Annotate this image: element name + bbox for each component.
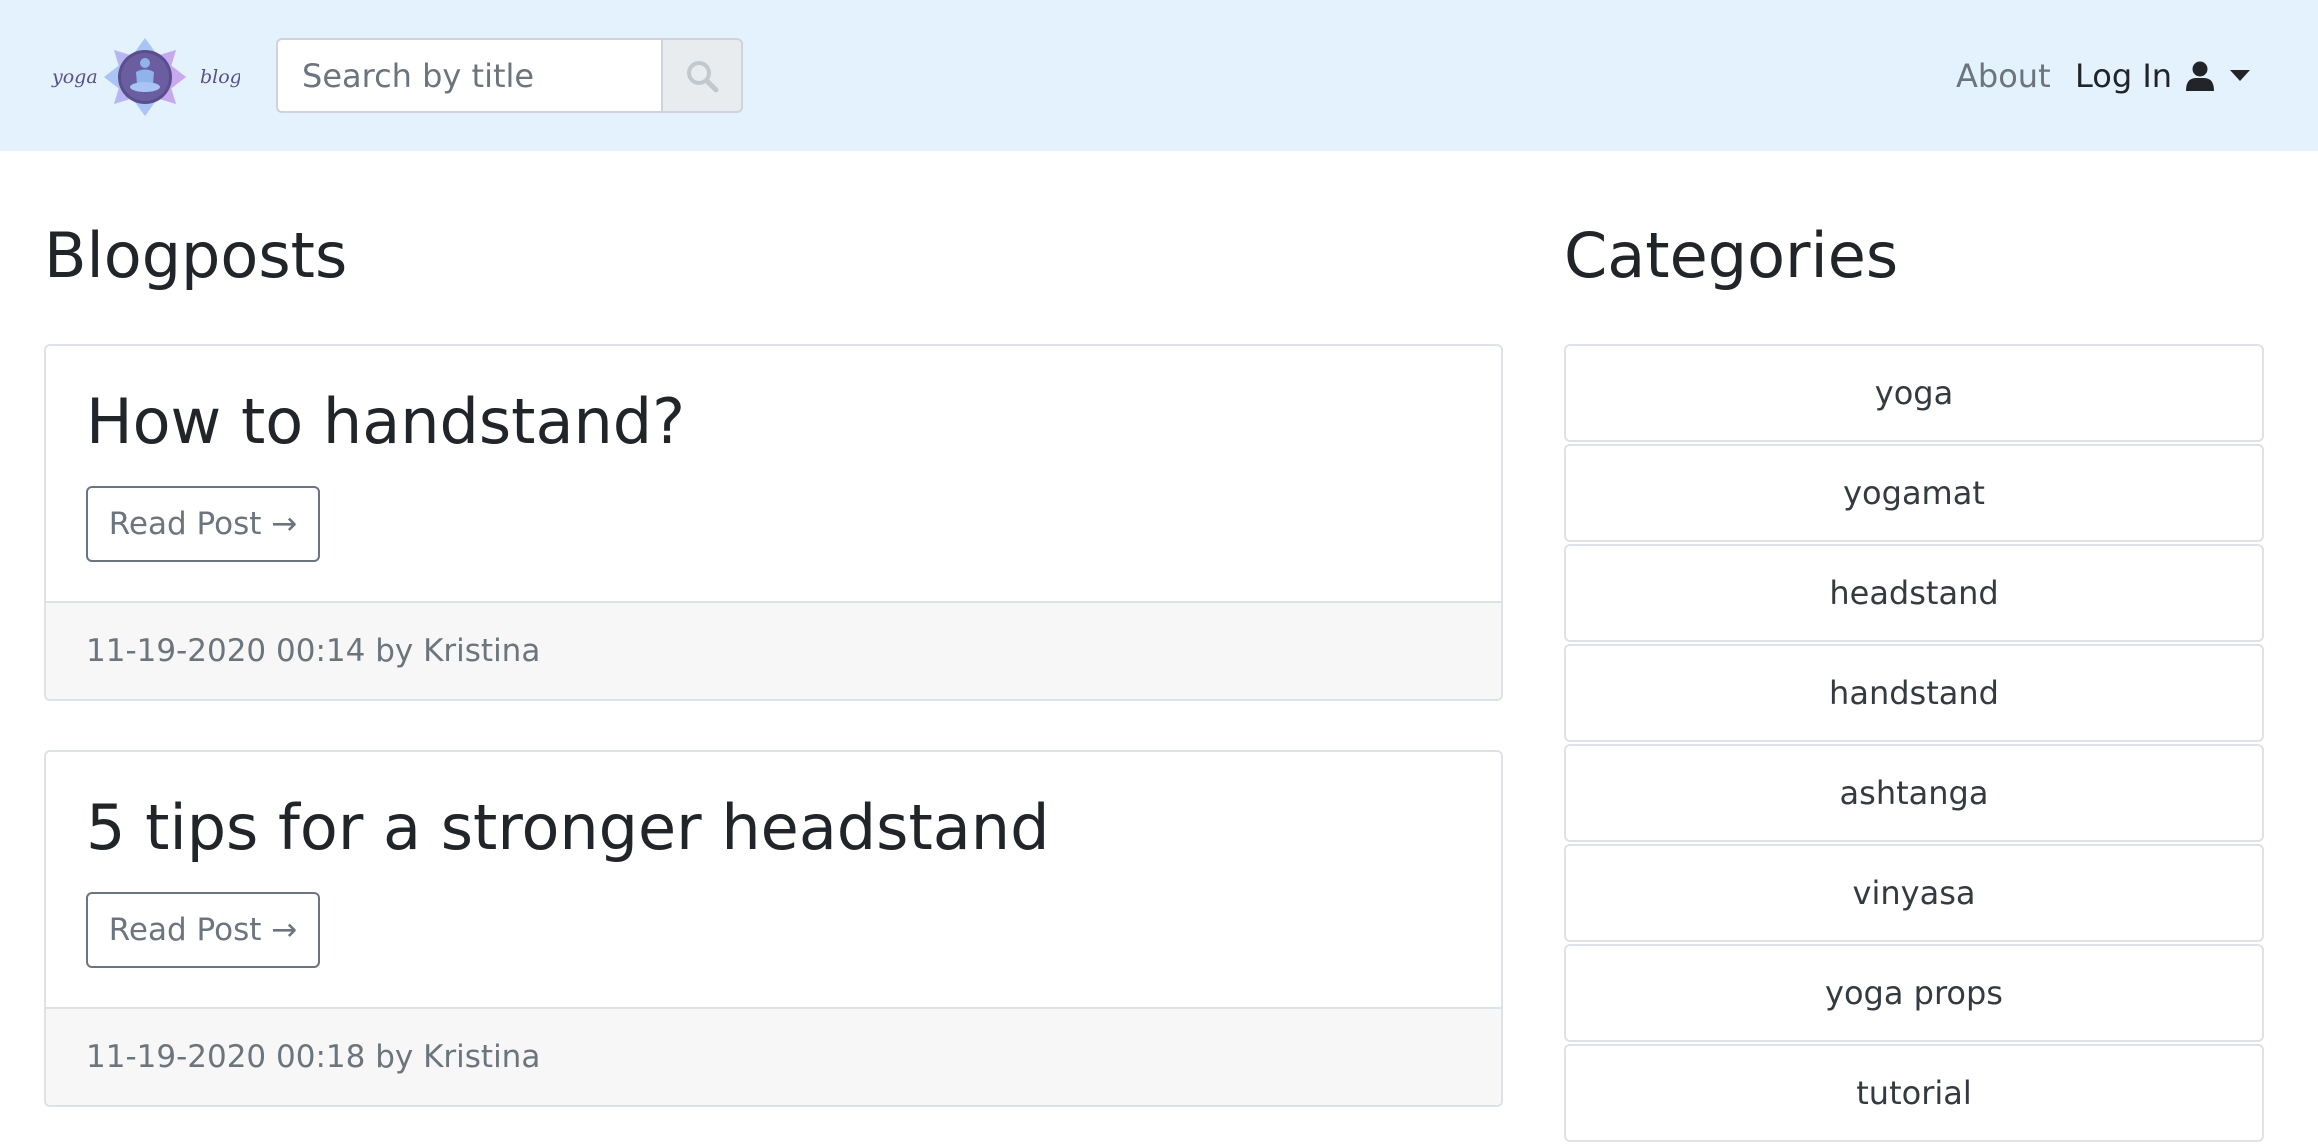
nav-link-about[interactable]: About (1956, 52, 2051, 100)
post-title: How to handstand? (86, 385, 686, 458)
post-card-body: How to handstand? Read Post → (46, 346, 1501, 603)
category-item-handstand[interactable]: handstand (1564, 644, 2264, 742)
post-card: 5 tips for a stronger headstand Read Pos… (44, 750, 1503, 1107)
site-logo[interactable]: yoga blog (50, 36, 242, 118)
categories-heading: Categories (1564, 219, 1899, 292)
search-icon (687, 60, 719, 92)
category-list: yoga yogamat headstand handstand ashtang… (1564, 344, 2264, 1144)
category-item-headstand[interactable]: headstand (1564, 544, 2264, 642)
category-item-ashtanga[interactable]: ashtanga (1564, 744, 2264, 842)
post-title: 5 tips for a stronger headstand (86, 791, 1050, 864)
post-meta: 11-19-2020 00:18 by Kristina (46, 1007, 1501, 1105)
svg-text:yoga: yoga (51, 66, 98, 88)
lotus-logo-icon: yoga blog (51, 38, 242, 116)
navbar: yoga blog About Log In (0, 0, 2318, 151)
category-item-yoga-props[interactable]: yoga props (1564, 944, 2264, 1042)
login-dropdown-toggle[interactable]: Log In (2075, 52, 2251, 100)
svg-text:blog: blog (200, 66, 240, 88)
read-post-button[interactable]: Read Post → (86, 892, 320, 968)
category-item-tutorial[interactable]: tutorial (1564, 1044, 2264, 1142)
category-item-yoga[interactable]: yoga (1564, 344, 2264, 442)
caret-down-icon (2230, 70, 2251, 82)
user-icon (2186, 61, 2215, 91)
search-button[interactable] (661, 38, 743, 113)
post-card: How to handstand? Read Post → 11-19-2020… (44, 344, 1503, 701)
read-post-button[interactable]: Read Post → (86, 486, 320, 562)
post-meta: 11-19-2020 00:14 by Kristina (46, 601, 1501, 699)
post-card-body: 5 tips for a stronger headstand Read Pos… (46, 752, 1501, 1009)
category-item-vinyasa[interactable]: vinyasa (1564, 844, 2264, 942)
search-input[interactable] (276, 38, 662, 113)
blogposts-heading: Blogposts (44, 219, 348, 292)
category-item-yogamat[interactable]: yogamat (1564, 444, 2264, 542)
login-label: Log In (2075, 57, 2173, 95)
